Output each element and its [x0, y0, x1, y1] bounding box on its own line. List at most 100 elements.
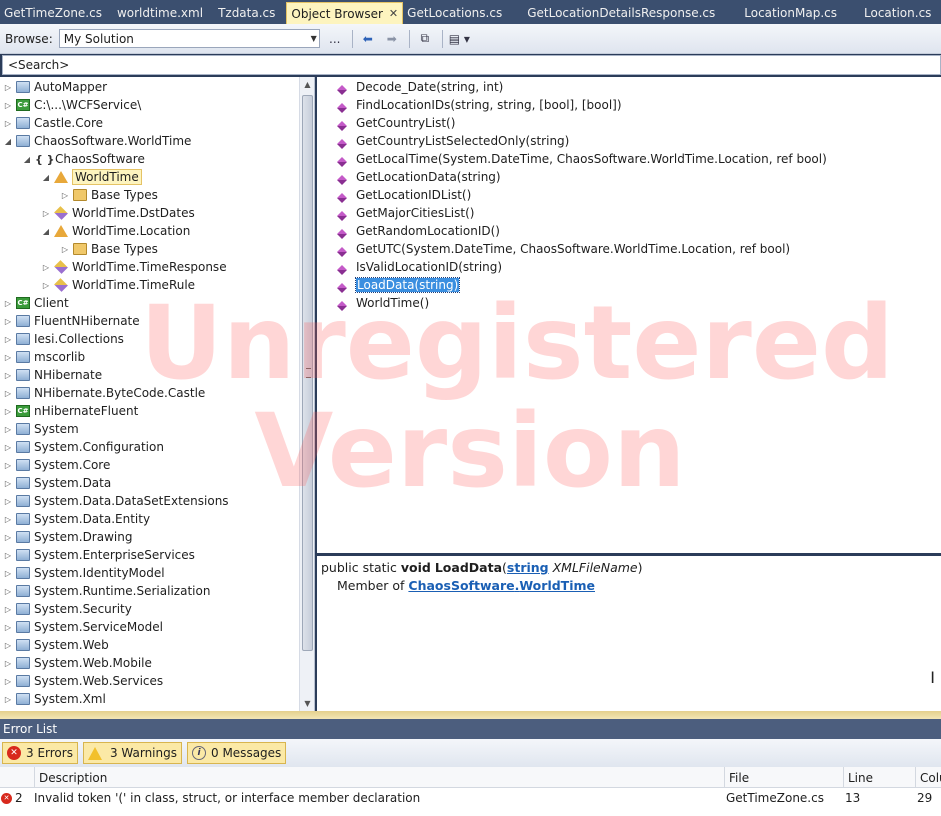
member-item[interactable]: GetLocationIDList(): [337, 186, 471, 204]
tree-item[interactable]: ▷ WorldTime.TimeRule: [40, 276, 195, 294]
tree-item[interactable]: ◢ WorldTime.Location: [40, 222, 190, 240]
collapsed-arrow-icon[interactable]: ▷: [2, 695, 14, 704]
tree-item[interactable]: ▷ System.Runtime.Serialization: [2, 582, 211, 600]
column-description[interactable]: Description: [34, 767, 724, 788]
tree-item[interactable]: ▷ System.Configuration: [2, 438, 164, 456]
tree-item[interactable]: ▷ C# Client: [2, 294, 69, 312]
add-reference-icon[interactable]: ⧉: [416, 29, 434, 49]
tab-tzdata[interactable]: Tzdata.cs: [214, 2, 286, 24]
collapsed-arrow-icon[interactable]: ▷: [2, 83, 14, 92]
type-link[interactable]: WorldTime: [519, 578, 595, 593]
collapsed-arrow-icon[interactable]: ▷: [2, 569, 14, 578]
member-item[interactable]: GetCountryListSelectedOnly(string): [337, 132, 569, 150]
tree-item[interactable]: ▷ System.Xml: [2, 690, 106, 708]
tree-item[interactable]: ▷ Castle.Core: [2, 114, 103, 132]
member-item[interactable]: GetLocalTime(System.DateTime, ChaosSoftw…: [337, 150, 827, 168]
table-row[interactable]: [0, 808, 941, 816]
tree-item[interactable]: ▷ WorldTime.TimeResponse: [40, 258, 227, 276]
tree-item[interactable]: ▷ AutoMapper: [2, 78, 107, 96]
expanded-arrow-icon[interactable]: ◢: [40, 227, 52, 236]
namespace-link[interactable]: ChaosSoftware: [408, 578, 514, 593]
collapsed-arrow-icon[interactable]: ▷: [2, 497, 14, 506]
tree-item[interactable]: ▷ C# C:\...\WCFService\: [2, 96, 141, 114]
expanded-arrow-icon[interactable]: ◢: [21, 155, 33, 164]
tab-getlocationdetailsresponse[interactable]: GetLocationDetailsResponse.cs: [513, 2, 726, 24]
collapsed-arrow-icon[interactable]: ▷: [40, 263, 52, 272]
tree-item[interactable]: ▷ System.EnterpriseServices: [2, 546, 195, 564]
back-arrow-icon[interactable]: ⬅: [359, 29, 377, 49]
collapsed-arrow-icon[interactable]: ▷: [59, 191, 71, 200]
param-type-link[interactable]: string: [507, 560, 549, 575]
tree-item[interactable]: ◢{ } ChaosSoftware: [21, 150, 145, 168]
member-item[interactable]: GetRandomLocationID(): [337, 222, 500, 240]
tree-item[interactable]: ◢ WorldTime: [40, 168, 142, 186]
member-item[interactable]: GetCountryList(): [337, 114, 455, 132]
tree-item[interactable]: ▷ System.Data.DataSetExtensions: [2, 492, 229, 510]
tab-location[interactable]: Location.cs: [848, 2, 941, 24]
tree-item[interactable]: ▷ System.ServiceModel: [2, 618, 163, 636]
collapsed-arrow-icon[interactable]: ▷: [2, 659, 14, 668]
tree-item[interactable]: ▷ System.Web.Mobile: [2, 654, 152, 672]
tree-item[interactable]: ▷ mscorlib: [2, 348, 85, 366]
collapsed-arrow-icon[interactable]: ▷: [2, 461, 14, 470]
member-item[interactable]: GetUTC(System.DateTime, ChaosSoftware.Wo…: [337, 240, 790, 258]
collapsed-arrow-icon[interactable]: ▷: [2, 551, 14, 560]
collapsed-arrow-icon[interactable]: ▷: [2, 119, 14, 128]
collapsed-arrow-icon[interactable]: ▷: [2, 425, 14, 434]
tree-item[interactable]: ▷ System.Web: [2, 636, 109, 654]
expanded-arrow-icon[interactable]: ◢: [40, 173, 52, 182]
warnings-filter-button[interactable]: 3 Warnings: [82, 742, 182, 764]
collapsed-arrow-icon[interactable]: ▷: [2, 443, 14, 452]
collapsed-arrow-icon[interactable]: ▷: [59, 245, 71, 254]
tree-item[interactable]: ▷ Base Types: [59, 186, 158, 204]
panel-divider[interactable]: [0, 711, 941, 719]
collapsed-arrow-icon[interactable]: ▷: [40, 209, 52, 218]
collapsed-arrow-icon[interactable]: ▷: [2, 407, 14, 416]
collapsed-arrow-icon[interactable]: ▷: [2, 335, 14, 344]
tree-item[interactable]: ▷ FluentNHibernate: [2, 312, 140, 330]
collapsed-arrow-icon[interactable]: ▷: [2, 479, 14, 488]
member-item[interactable]: GetLocationData(string): [337, 168, 501, 186]
tree-item[interactable]: ◢ ChaosSoftware.WorldTime: [2, 132, 191, 150]
scroll-down-icon[interactable]: ▼: [300, 696, 314, 711]
collapsed-arrow-icon[interactable]: ▷: [2, 605, 14, 614]
member-item[interactable]: Decode_Date(string, int): [337, 78, 503, 96]
tree-item[interactable]: ▷ System.Drawing: [2, 528, 133, 546]
tree-item[interactable]: ▷ Base Types: [59, 240, 158, 258]
collapsed-arrow-icon[interactable]: ▷: [2, 515, 14, 524]
collapsed-arrow-icon[interactable]: ▷: [2, 299, 14, 308]
collapsed-arrow-icon[interactable]: ▷: [2, 533, 14, 542]
tree-item[interactable]: ▷ System.IdentityModel: [2, 564, 165, 582]
tree-item[interactable]: ▷ System.Core: [2, 456, 110, 474]
tree-scrollbar[interactable]: ▲ ▼: [299, 77, 314, 711]
tree-item[interactable]: ▷ NHibernate: [2, 366, 102, 384]
close-icon[interactable]: ✕: [389, 7, 398, 20]
tab-getlocations[interactable]: GetLocations.cs: [403, 2, 513, 24]
edit-custom-component-set-button[interactable]: ...: [326, 29, 344, 49]
member-item[interactable]: LoadData(string): [337, 276, 461, 294]
tree-item[interactable]: ▷ System: [2, 420, 79, 438]
collapsed-arrow-icon[interactable]: ▷: [2, 101, 14, 110]
forward-arrow-icon[interactable]: ➡: [383, 29, 401, 49]
tree-item[interactable]: ▷ System.Data: [2, 474, 111, 492]
collapsed-arrow-icon[interactable]: ▷: [2, 623, 14, 632]
settings-dropdown-icon[interactable]: ▤ ▾: [449, 29, 470, 49]
collapsed-arrow-icon[interactable]: ▷: [2, 389, 14, 398]
tree-item[interactable]: ▷ WorldTime.DstDates: [40, 204, 195, 222]
browse-scope-combo[interactable]: My Solution ▼: [58, 29, 320, 48]
tab-gettimezone[interactable]: GetTimeZone.cs: [0, 2, 113, 24]
tree-item[interactable]: ▷ System.Security: [2, 600, 132, 618]
table-row[interactable]: ✕ 2 Invalid token '(' in class, struct, …: [0, 789, 941, 807]
tab-locationmap[interactable]: LocationMap.cs: [726, 2, 848, 24]
column-line[interactable]: Line: [843, 767, 915, 788]
collapsed-arrow-icon[interactable]: ▷: [2, 353, 14, 362]
tree-item[interactable]: ▷ System.Web.Services: [2, 672, 163, 690]
member-item[interactable]: GetMajorCitiesList(): [337, 204, 474, 222]
collapsed-arrow-icon[interactable]: ▷: [2, 641, 14, 650]
member-item[interactable]: FindLocationIDs(string, string, [bool], …: [337, 96, 622, 114]
collapsed-arrow-icon[interactable]: ▷: [2, 677, 14, 686]
tab-object-browser[interactable]: Object Browser ✕: [286, 2, 404, 24]
collapsed-arrow-icon[interactable]: ▷: [2, 587, 14, 596]
tree-item[interactable]: ▷ Iesi.Collections: [2, 330, 124, 348]
column-column[interactable]: Colu: [915, 767, 941, 788]
